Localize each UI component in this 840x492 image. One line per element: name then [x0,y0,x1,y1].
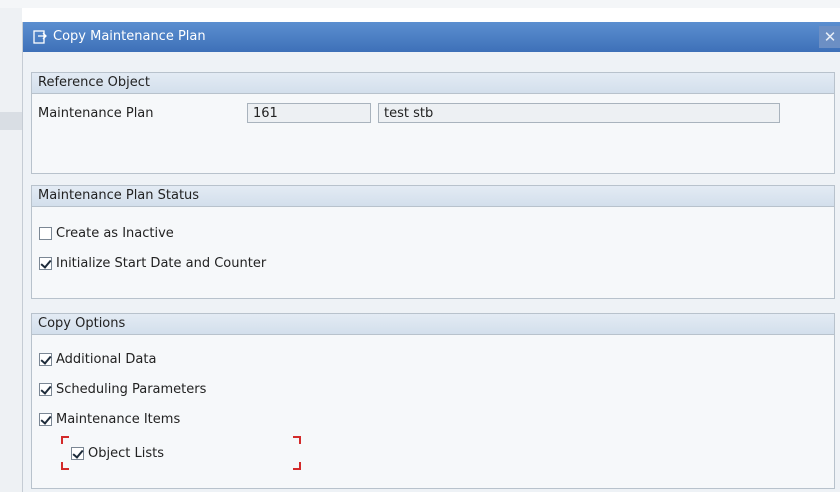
object-lists-checkbox[interactable] [71,446,84,460]
dialog-title: Copy Maintenance Plan [53,29,206,44]
copy-options-header: Copy Options [32,314,834,335]
close-icon: ✕ [823,28,837,46]
initialize-start-date-label: Initialize Start Date and Counter [56,255,267,271]
maintenance-plan-status-header: Maintenance Plan Status [32,186,834,207]
object-lists-label: Object Lists [88,445,164,461]
maintenance-plan-description-field: test stb [378,103,780,123]
focus-corner-top-right [293,436,301,444]
maintenance-items-label: Maintenance Items [56,411,181,427]
additional-data-option[interactable]: Additional Data [39,350,156,368]
initialize-start-date-checkbox[interactable] [39,256,52,270]
copy-maintenance-plan-dialog: Copy Maintenance Plan ✕ Reference Object… [22,22,840,492]
initialize-start-date-option[interactable]: Initialize Start Date and Counter [39,254,266,272]
copy-icon [33,30,47,44]
maintenance-plan-status-group: Maintenance Plan Status Create as Inacti… [31,185,835,299]
background-window-edge [0,8,22,492]
scheduling-parameters-label: Scheduling Parameters [56,381,207,397]
dialog-title-bar[interactable]: Copy Maintenance Plan ✕ [23,22,840,52]
additional-data-label: Additional Data [56,351,157,367]
create-as-inactive-option[interactable]: Create as Inactive [39,224,174,242]
create-as-inactive-label: Create as Inactive [56,225,174,241]
maintenance-plan-field[interactable]: 161 [247,103,371,123]
maintenance-plan-label: Maintenance Plan [38,106,154,121]
focus-corner-bottom-left [61,462,69,470]
maintenance-items-checkbox[interactable] [39,412,52,426]
close-button[interactable]: ✕ [819,26,840,48]
reference-object-header: Reference Object [32,73,834,94]
copy-options-group: Copy Options Additional Data Scheduling … [31,313,835,489]
scheduling-parameters-checkbox[interactable] [39,382,52,396]
background-row-highlight [0,112,22,130]
scheduling-parameters-option[interactable]: Scheduling Parameters [39,380,206,398]
focus-corner-bottom-right [293,462,301,470]
reference-object-group: Reference Object Maintenance Plan 161 te… [31,72,835,174]
object-lists-option[interactable]: Object Lists [71,444,164,462]
create-as-inactive-checkbox[interactable] [39,226,52,240]
background-strip [0,0,840,8]
focus-corner-top-left [61,436,69,444]
additional-data-checkbox[interactable] [39,352,52,366]
maintenance-items-option[interactable]: Maintenance Items [39,410,180,428]
